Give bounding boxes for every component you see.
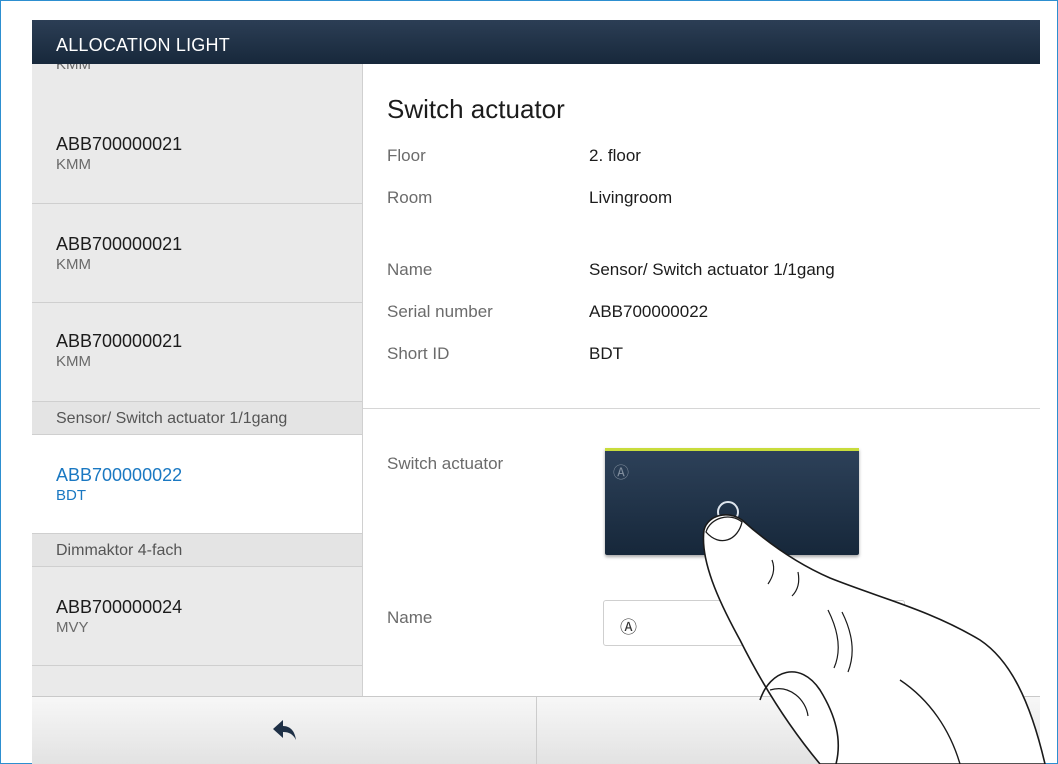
page-title: ALLOCATION LIGHT [56,35,230,55]
list-item-serial: ABB700000024 [56,597,183,617]
device-title: Switch actuator [387,94,565,124]
serial-number-value: ABB700000022 [589,302,709,321]
list-item-short-id: KMM [56,156,91,173]
back-button[interactable] [32,697,536,764]
list-item-serial: ABB700000022 [56,465,183,485]
list-item-short-id: MVY [56,619,89,636]
group-header-label: Dimmaktor 4-fach [56,542,183,559]
name-value: Sensor/ Switch actuator 1/1gang [589,260,835,279]
list-item-partial-short-id: KMM [56,64,91,73]
channel-a-badge-icon: Ⓐ [620,618,637,637]
channel-a-badge-icon: Ⓐ [613,465,630,482]
list-item[interactable]: ABB700000021 KMM [32,104,362,204]
list-item-selected[interactable]: ABB700000022 BDT [32,435,362,534]
list-item-serial: ABB700000021 [56,234,183,254]
short-id-label: Short ID [387,344,450,363]
list-item[interactable]: ABB700000021 KMM [32,303,362,402]
group-header: Dimmaktor 4-fach [32,534,362,567]
name-field-label: Name [387,608,433,627]
floor-label: Floor [387,146,426,165]
list-item-short-id: KMM [56,256,91,273]
section-divider [363,408,1040,409]
list-item-serial: ABB700000021 [56,331,183,351]
list-item-short-id: BDT [56,487,86,504]
room-value: Livingroom [589,188,673,207]
group-header: Sensor/ Switch actuator 1/1gang [32,402,362,435]
floor-value: 2. floor [589,146,641,165]
group-header-label: Sensor/ Switch actuator 1/1gang [56,410,288,427]
room-label: Room [387,188,433,207]
serial-number-label: Serial number [387,302,493,321]
short-id-value: BDT [589,344,623,363]
list-item[interactable]: ABB700000024 MVY [32,567,362,666]
title-bar: ALLOCATION LIGHT [32,20,1040,64]
switch-actuator-label: Switch actuator [387,454,504,473]
list-item-short-id: KMM [56,353,91,370]
back-arrow-icon [273,720,296,740]
name-label: Name [387,260,433,279]
list-item[interactable]: ABB700000021 KMM [32,204,362,303]
hand-pointer-illustration [702,514,1046,764]
device-list[interactable]: KMM ABB700000021 KMM ABB700000021 KMM AB… [32,64,363,696]
list-item-serial: ABB700000021 [56,134,183,154]
